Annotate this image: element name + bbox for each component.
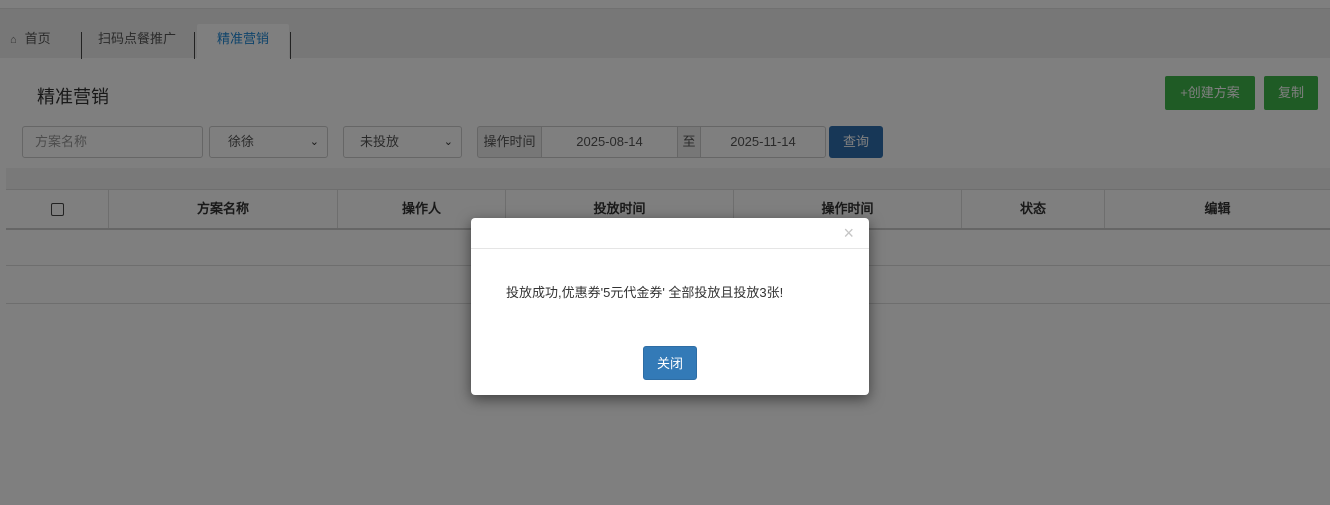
close-icon[interactable]: × <box>843 223 854 243</box>
close-button[interactable]: 关闭 <box>643 346 697 380</box>
dialog-header: × <box>471 218 869 249</box>
success-dialog: × 投放成功,优惠券'5元代金券' 全部投放且投放3张! 关闭 <box>471 218 869 395</box>
dialog-message: 投放成功,优惠券'5元代金券' 全部投放且投放3张! <box>506 285 784 300</box>
